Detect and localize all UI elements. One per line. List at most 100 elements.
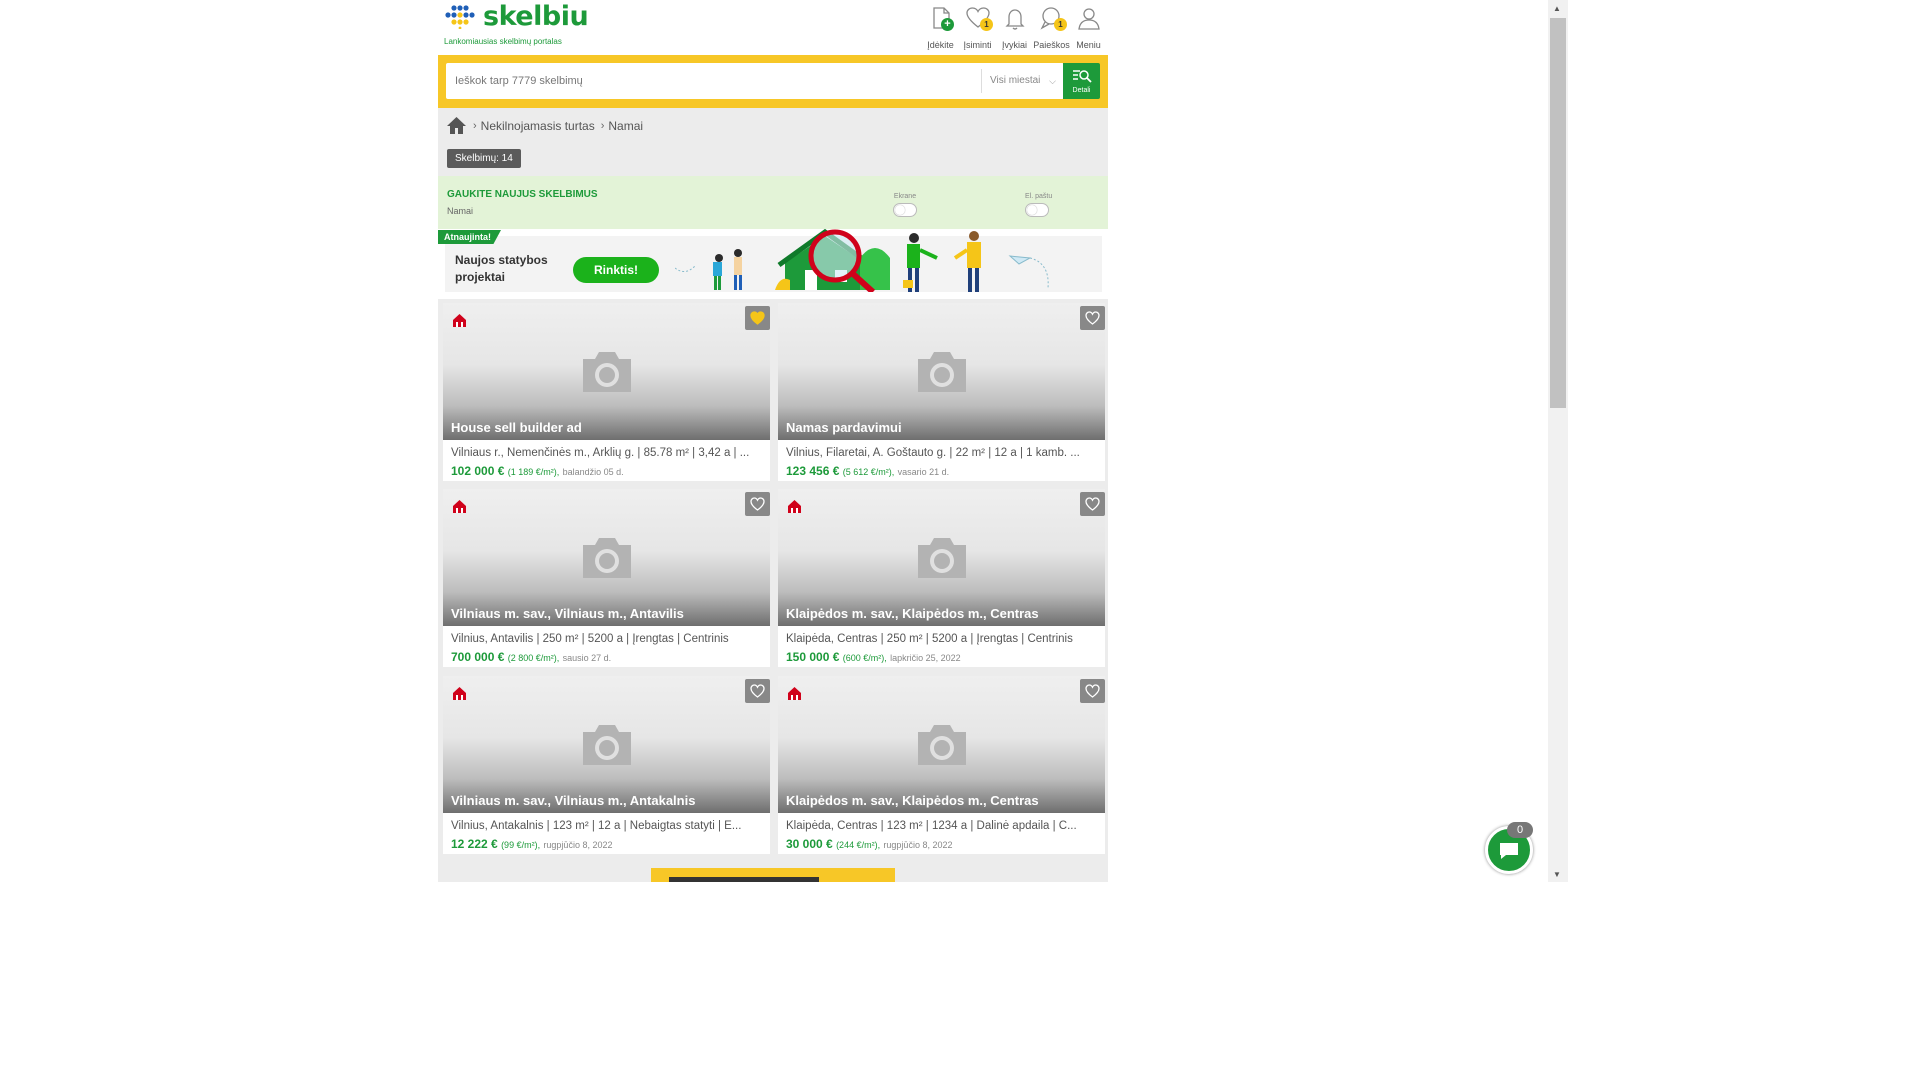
scroll-down-arrow-icon[interactable]: ▼ — [1553, 870, 1561, 879]
add-ad-button[interactable]: + Įdėkite — [921, 5, 960, 50]
bottom-banner[interactable] — [651, 868, 895, 882]
chat-bubble-icon — [1500, 843, 1518, 859]
listing-title: Klaipėdos m. sav., Klaipėdos m., Centras — [786, 606, 1039, 621]
listing-price-per-m2: (2 800 €/m²), — [507, 653, 560, 663]
listing-date: sausio 27 d. — [562, 653, 612, 663]
logo-text: skelbiu — [483, 1, 589, 32]
listing-date: rugpjūčio 8, 2022 — [883, 840, 953, 850]
screen-notification-toggle[interactable]: Ekrane — [893, 193, 917, 217]
listing-card[interactable]: Klaipėdos m. sav., Klaipėdos m., Centras… — [778, 489, 1105, 667]
listing-details: Klaipėda, Centras | 123 m² | 1234 a | Da… — [786, 820, 1077, 832]
listing-title: House sell builder ad — [451, 420, 582, 435]
search-box: Visi miestai ⌵ — [446, 63, 1064, 99]
events-button[interactable]: Įvykiai — [995, 5, 1034, 50]
listing-title: Vilniaus m. sav., Vilniaus m., Antavilis — [451, 606, 684, 621]
listing-details: Vilnius, Antavilis | 250 m² | 5200 a | Į… — [451, 633, 729, 645]
tagline: Lankomiausias skelbimų portalas — [444, 37, 562, 46]
favorites-count-badge: 1 — [980, 18, 993, 31]
banner-text: Naujos statybos projektai — [455, 253, 548, 284]
favorite-button[interactable] — [1080, 679, 1105, 703]
favorite-button[interactable] — [745, 492, 770, 516]
listing-price: 102 000 € — [451, 464, 505, 478]
favorite-button[interactable] — [745, 679, 770, 703]
new-projects-banner[interactable]: Atnaujinta! Naujos statybos projektai Ri… — [438, 228, 1102, 292]
listing-date: lapkričio 25, 2022 — [890, 653, 961, 663]
listing-price: 12 222 € — [451, 837, 498, 851]
updated-tag: Atnaujinta! — [438, 230, 501, 244]
favorite-button[interactable] — [1080, 492, 1105, 516]
searches-button[interactable]: 1 Paieškos — [1032, 5, 1071, 50]
listing-price-row: 102 000 € (1 189 €/m²), balandžio 05 d. — [451, 464, 624, 478]
breadcrumb-separator: › — [600, 119, 605, 132]
favorites-label: Įsiminti — [963, 40, 992, 50]
listing-photo[interactable]: Vilniaus m. sav., Vilniaus m., Antavilis — [443, 489, 770, 626]
user-icon — [1077, 8, 1100, 30]
listing-card[interactable]: Namas pardavimui Vilnius, Filaretai, A. … — [778, 303, 1105, 481]
email-toggle-switch[interactable] — [1025, 203, 1049, 217]
listing-photo[interactable]: Namas pardavimui — [778, 303, 1105, 440]
email-notification-toggle[interactable]: El. paštu — [1025, 193, 1052, 217]
heart-icon — [750, 311, 765, 325]
listing-card[interactable]: Vilniaus m. sav., Vilniaus m., Antakalni… — [443, 676, 770, 854]
breadcrumb-item-real-estate[interactable]: Nekilnojamasis turtas — [481, 119, 595, 133]
heart-icon — [750, 497, 765, 511]
listing-photo[interactable]: Klaipėdos m. sav., Klaipėdos m., Centras — [778, 676, 1105, 813]
bell-icon — [1004, 9, 1025, 30]
screen-toggle-switch[interactable] — [893, 203, 917, 217]
listing-date: balandžio 05 d. — [562, 467, 624, 477]
search-input[interactable] — [446, 63, 981, 99]
menu-button[interactable]: Meniu — [1069, 5, 1108, 50]
listing-price-per-m2: (1 189 €/m²), — [507, 467, 560, 477]
listing-price: 123 456 € — [786, 464, 840, 478]
detailed-search-button[interactable]: Detali — [1063, 63, 1100, 99]
searches-label: Paieškos — [1033, 40, 1070, 50]
subscription-title: GAUKITE NAUJUS SKELBIMUS — [447, 189, 598, 200]
listing-price: 150 000 € — [786, 650, 840, 664]
listing-card[interactable]: Klaipėdos m. sav., Klaipėdos m., Centras… — [778, 676, 1105, 854]
listing-card[interactable]: Vilniaus m. sav., Vilniaus m., Antavilis… — [443, 489, 770, 667]
listing-details: Klaipėda, Centras | 250 m² | 5200 a | Įr… — [786, 633, 1073, 645]
filter-search-icon — [1072, 70, 1092, 83]
listing-card[interactable]: House sell builder ad Vilniaus r., Nemen… — [443, 303, 770, 481]
listing-photo[interactable]: Klaipėdos m. sav., Klaipėdos m., Centras — [778, 489, 1105, 626]
listing-date: rugpjūčio 8, 2022 — [543, 840, 613, 850]
chevron-down-icon: ⌵ — [1049, 76, 1056, 86]
camera-placeholder-icon — [583, 725, 631, 765]
scroll-up-arrow-icon[interactable]: ▲ — [1553, 4, 1561, 13]
scrollbar-thumb[interactable] — [1550, 18, 1566, 408]
listing-title: Vilniaus m. sav., Vilniaus m., Antakalni… — [451, 793, 696, 808]
listing-photo[interactable]: House sell builder ad — [443, 303, 770, 440]
heart-icon — [1085, 684, 1100, 698]
page-scrollbar[interactable]: ▲ ▼ — [1548, 0, 1568, 882]
camera-placeholder-icon — [918, 352, 966, 392]
listing-price: 700 000 € — [451, 650, 505, 664]
listing-price-row: 700 000 € (2 800 €/m²), sausio 27 d. — [451, 650, 611, 664]
subscription-category: Namai — [447, 206, 474, 216]
home-icon[interactable] — [446, 116, 467, 135]
listing-price-per-m2: (5 612 €/m²), — [842, 467, 895, 477]
city-select-value: Visi miestai — [990, 75, 1041, 86]
listing-details: Vilniaus r., Nemenčinės m., Arklių g. | … — [451, 447, 750, 459]
menu-label: Meniu — [1076, 40, 1101, 50]
camera-placeholder-icon — [583, 538, 631, 578]
city-select[interactable]: Visi miestai ⌵ — [981, 69, 1064, 93]
favorites-button[interactable]: 1 Įsiminti — [958, 5, 997, 50]
add-plus-badge: + — [941, 18, 954, 31]
listings-grid: House sell builder ad Vilniaus r., Nemen… — [438, 299, 1108, 882]
breadcrumb-separator: › — [473, 119, 477, 132]
listing-photo[interactable]: Vilniaus m. sav., Vilniaus m., Antakalni… — [443, 676, 770, 813]
camera-placeholder-icon — [918, 538, 966, 578]
banner-choose-button[interactable]: Rinktis! — [573, 257, 659, 283]
listing-price-row: 30 000 € (244 €/m²), rugpjūčio 8, 2022 — [786, 837, 952, 851]
heart-icon — [1085, 497, 1100, 511]
favorite-button[interactable] — [745, 306, 770, 330]
header: skelbiu Lankomiausias skelbimų portalas … — [438, 0, 1108, 55]
listings-count-badge: Skelbimų: 14 — [447, 149, 521, 168]
events-label: Įvykiai — [1001, 40, 1027, 50]
house-type-icon — [788, 500, 801, 513]
camera-placeholder-icon — [583, 352, 631, 392]
logo-dots-icon — [445, 5, 475, 29]
breadcrumb-item-houses[interactable]: Namai — [608, 119, 643, 133]
camera-placeholder-icon — [918, 725, 966, 765]
favorite-button[interactable] — [1080, 306, 1105, 330]
